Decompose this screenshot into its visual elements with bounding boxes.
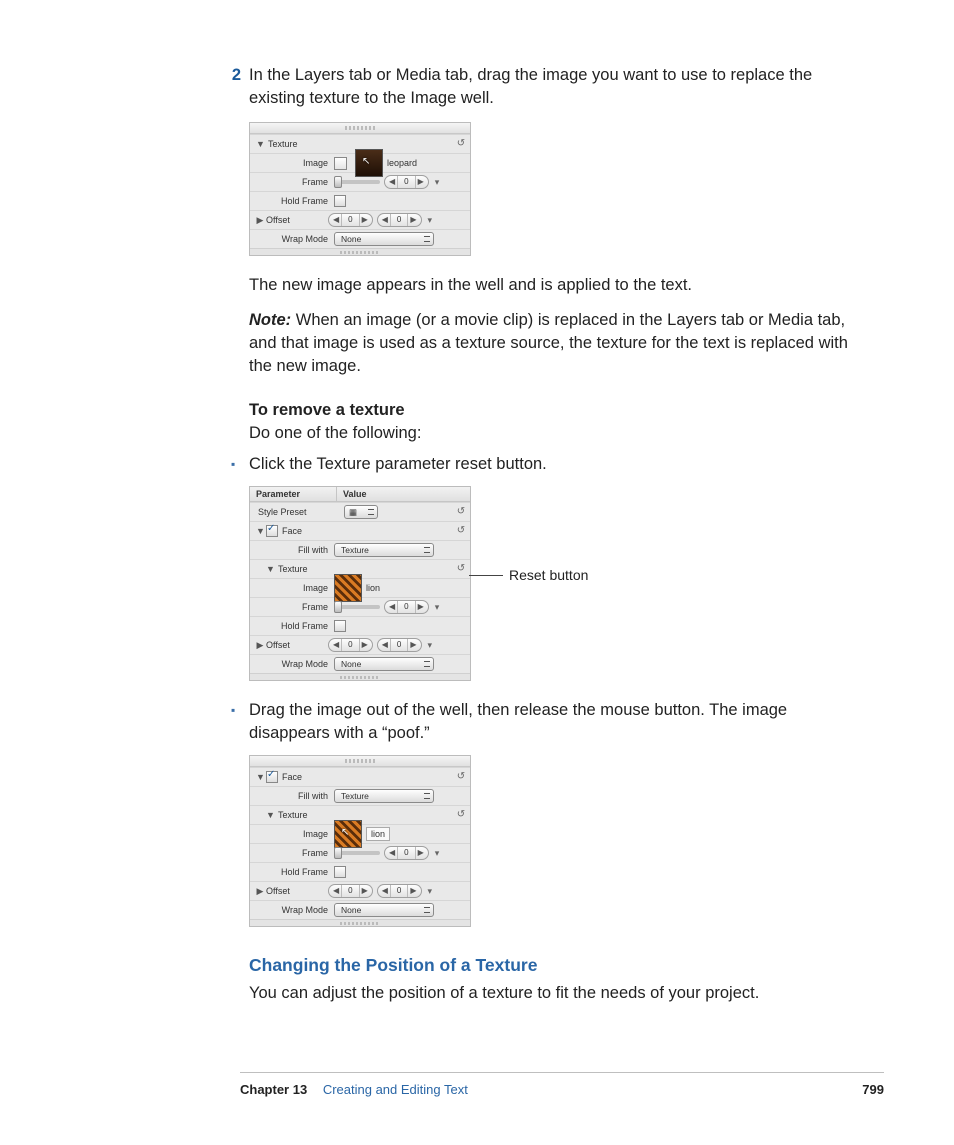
wrap-mode-popup[interactable]: None bbox=[334, 232, 434, 246]
offset-label: Offset bbox=[266, 214, 328, 226]
image-name: lion bbox=[366, 582, 380, 594]
param-menu-icon[interactable]: ▾ bbox=[433, 847, 442, 859]
note-paragraph: Note: When an image (or a movie clip) is… bbox=[249, 309, 871, 378]
bullet-icon: ▪ bbox=[231, 699, 249, 745]
disclosure-right-icon[interactable]: ▶ bbox=[256, 639, 264, 651]
param-menu-icon[interactable]: ▾ bbox=[433, 601, 442, 613]
image-label: Image bbox=[256, 828, 334, 840]
procedure-body: Do one of the following: bbox=[249, 422, 871, 445]
image-well[interactable] bbox=[334, 574, 362, 602]
cursor-icon: ↖ bbox=[362, 156, 370, 168]
disclosure-down-icon[interactable]: ▼ bbox=[256, 525, 264, 537]
image-well[interactable]: ↖ bbox=[355, 149, 383, 177]
reset-icon[interactable]: ↺ bbox=[456, 139, 466, 149]
frame-spinner[interactable]: ◀0▶ bbox=[384, 846, 429, 860]
hold-frame-label: Hold Frame bbox=[256, 195, 334, 207]
page-footer: Chapter 13 Creating and Editing Text 799 bbox=[240, 1072, 884, 1099]
disclosure-down-icon[interactable]: ▼ bbox=[256, 138, 264, 150]
wrap-mode-label: Wrap Mode bbox=[256, 904, 334, 916]
bullet-icon: ▪ bbox=[231, 453, 249, 476]
face-checkbox[interactable] bbox=[266, 525, 278, 537]
frame-label: Frame bbox=[256, 847, 334, 859]
frame-slider[interactable] bbox=[334, 605, 380, 609]
frame-slider[interactable] bbox=[334, 851, 380, 855]
image-name: leopard bbox=[387, 157, 417, 169]
frame-slider[interactable] bbox=[334, 180, 380, 184]
param-menu-icon[interactable]: ▾ bbox=[433, 176, 442, 188]
offset-label: Offset bbox=[266, 639, 328, 651]
wrap-mode-popup[interactable]: None bbox=[334, 903, 434, 917]
param-menu-icon[interactable]: ▾ bbox=[426, 214, 435, 226]
reset-icon[interactable]: ↺ bbox=[456, 526, 466, 536]
face-label: Face bbox=[278, 525, 368, 537]
inspector-panel-1: ▼ Texture ↺ Image ↖ leopard bbox=[249, 122, 471, 256]
offset-y-spinner[interactable]: ◀0▶ bbox=[377, 638, 422, 652]
hold-frame-label: Hold Frame bbox=[256, 866, 334, 878]
page-number: 799 bbox=[862, 1081, 884, 1099]
hold-frame-checkbox[interactable] bbox=[334, 866, 346, 878]
frame-spinner[interactable]: ◀0▶ bbox=[384, 600, 429, 614]
param-menu-icon[interactable]: ▾ bbox=[426, 639, 435, 651]
offset-x-spinner[interactable]: ◀0▶ bbox=[328, 638, 373, 652]
wrap-mode-label: Wrap Mode bbox=[256, 233, 334, 245]
wrap-mode-label: Wrap Mode bbox=[256, 658, 334, 670]
hold-frame-checkbox[interactable] bbox=[334, 620, 346, 632]
frame-spinner[interactable]: ◀0▶ bbox=[384, 175, 429, 189]
paragraph: The new image appears in the well and is… bbox=[249, 274, 871, 297]
disclosure-right-icon[interactable]: ▶ bbox=[256, 885, 264, 897]
column-header-parameter: Parameter bbox=[250, 487, 337, 501]
offset-y-spinner[interactable]: ◀0▶ bbox=[377, 213, 422, 227]
reset-icon[interactable]: ↺ bbox=[456, 772, 466, 782]
hold-frame-label: Hold Frame bbox=[256, 620, 334, 632]
image-label: Image bbox=[256, 157, 334, 169]
face-checkbox[interactable] bbox=[266, 771, 278, 783]
chapter-label: Chapter 13 bbox=[240, 1082, 307, 1097]
step-number: 2 bbox=[219, 64, 249, 1017]
image-well[interactable]: ↖ bbox=[334, 820, 362, 848]
face-label: Face bbox=[278, 771, 368, 783]
bullet-text: Drag the image out of the well, then rel… bbox=[249, 699, 871, 745]
param-menu-icon[interactable]: ▾ bbox=[426, 885, 435, 897]
style-preset-label: Style Preset bbox=[256, 506, 344, 518]
fill-with-popup[interactable]: Texture bbox=[334, 789, 434, 803]
fill-with-popup[interactable]: Texture bbox=[334, 543, 434, 557]
texture-reset-icon[interactable]: ↺ bbox=[456, 564, 466, 574]
frame-label: Frame bbox=[256, 176, 334, 188]
cursor-icon: ↖ bbox=[341, 827, 349, 839]
disclosure-down-icon[interactable]: ▼ bbox=[266, 563, 274, 575]
note-text: When an image (or a movie clip) is repla… bbox=[249, 311, 848, 375]
offset-y-spinner[interactable]: ◀0▶ bbox=[377, 884, 422, 898]
offset-x-spinner[interactable]: ◀0▶ bbox=[328, 884, 373, 898]
offset-label: Offset bbox=[266, 885, 328, 897]
hold-frame-checkbox[interactable] bbox=[334, 195, 346, 207]
disclosure-down-icon[interactable]: ▼ bbox=[266, 809, 274, 821]
disclosure-right-icon[interactable]: ▶ bbox=[256, 214, 264, 226]
step-text: In the Layers tab or Media tab, drag the… bbox=[249, 64, 871, 110]
reset-icon[interactable]: ↺ bbox=[456, 507, 466, 517]
image-enable-checkbox[interactable] bbox=[334, 157, 347, 170]
fill-with-label: Fill with bbox=[256, 544, 334, 556]
column-header-value: Value bbox=[337, 487, 470, 501]
inspector-panel-2: Parameter Value Style Preset ▦ ↺ ▼ Face bbox=[249, 486, 471, 681]
disclosure-down-icon[interactable]: ▼ bbox=[256, 771, 264, 783]
inspector-panel-3: ▼ Face ↺ Fill with Texture ▼ Texture bbox=[249, 755, 471, 927]
style-preset-popup[interactable]: ▦ bbox=[344, 505, 378, 519]
fill-with-label: Fill with bbox=[256, 790, 334, 802]
section-heading: Changing the Position of a Texture bbox=[249, 953, 871, 978]
callout: Reset button bbox=[469, 566, 588, 586]
wrap-mode-popup[interactable]: None bbox=[334, 657, 434, 671]
image-name: lion bbox=[366, 827, 390, 841]
reset-icon[interactable]: ↺ bbox=[456, 810, 466, 820]
callout-text: Reset button bbox=[503, 566, 588, 586]
chapter-title: Creating and Editing Text bbox=[323, 1082, 468, 1097]
image-label: Image bbox=[256, 582, 334, 594]
note-label: Note: bbox=[249, 311, 291, 329]
procedure-heading: To remove a texture bbox=[249, 399, 871, 422]
frame-label: Frame bbox=[256, 601, 334, 613]
section-body: You can adjust the position of a texture… bbox=[249, 982, 871, 1005]
bullet-text: Click the Texture parameter reset button… bbox=[249, 453, 547, 476]
offset-x-spinner[interactable]: ◀0▶ bbox=[328, 213, 373, 227]
